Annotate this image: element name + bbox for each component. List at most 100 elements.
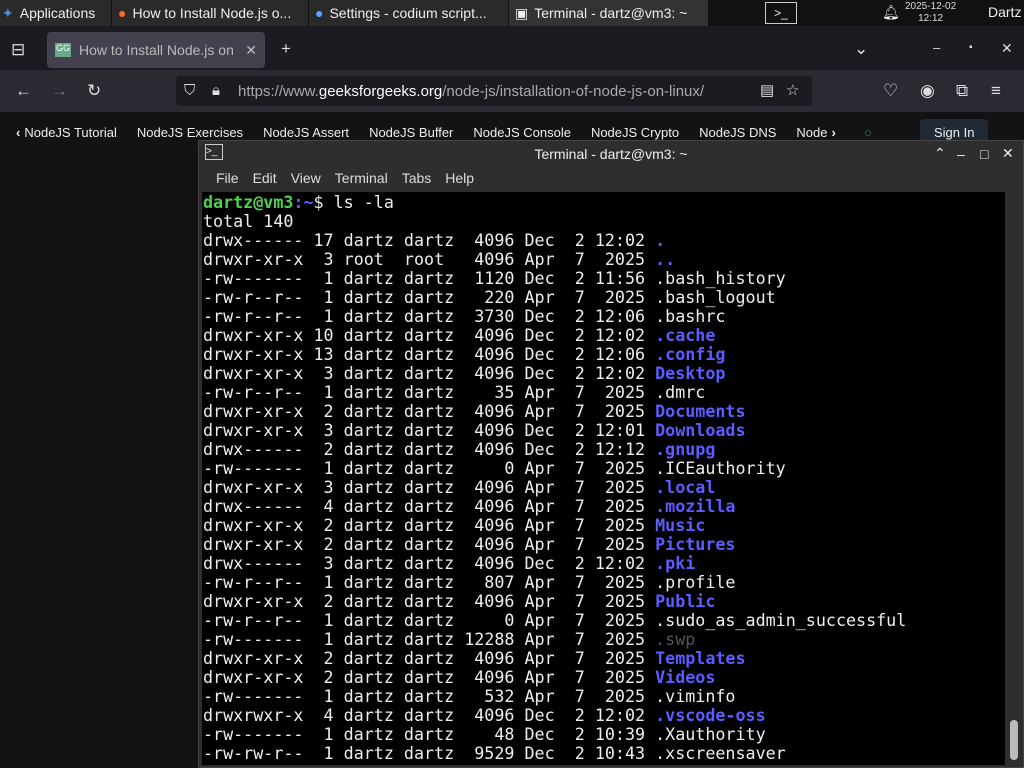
site-nav-item[interactable]: NodeJS Assert <box>253 125 359 140</box>
file-name: Public <box>655 591 716 611</box>
firefox-icon: ● <box>118 5 127 21</box>
menu-help[interactable]: Help <box>438 170 481 186</box>
task-codium[interactable]: ● Settings - codium script... <box>309 0 509 26</box>
file-meta: drwx------ 4 dartz dartz 4096 Apr 7 2025 <box>203 496 656 516</box>
file-name: Downloads <box>655 420 746 440</box>
bookmark-star-icon[interactable]: ☆ <box>786 81 799 101</box>
listing-row: drwxr-xr-x 2 dartz dartz 4096 Apr 7 2025… <box>203 402 1005 421</box>
terminal-app-icon: >_ <box>205 144 223 160</box>
file-meta: -rw------- 1 dartz dartz 0 Apr 7 2025 <box>203 458 656 478</box>
new-tab-icon[interactable]: + <box>281 39 291 59</box>
time: 12:12 <box>918 13 944 24</box>
file-meta: -rw------- 1 dartz dartz 48 Dec 2 10:39 <box>203 724 656 744</box>
file-meta: -rw------- 1 dartz dartz 12288 Apr 7 202… <box>203 629 656 649</box>
menu-icon[interactable]: ≡ <box>991 81 1001 101</box>
account-icon[interactable]: ◉ <box>920 81 935 101</box>
site-nav-item[interactable]: NodeJS DNS <box>689 125 786 140</box>
site-nav-item[interactable]: NodeJS Tutorial <box>24 125 127 140</box>
site-nav-item[interactable]: NodeJS Exercises <box>127 125 253 140</box>
file-meta: drwxr-xr-x 13 dartz dartz 4096 Dec 2 12:… <box>203 344 656 364</box>
file-name: Music <box>655 515 706 535</box>
file-name: .pki <box>655 553 696 573</box>
site-nav-item[interactable]: NodeJS Crypto <box>581 125 689 140</box>
menu-terminal[interactable]: Terminal <box>328 170 395 186</box>
listing-row: -rw-r--r-- 1 dartz dartz 35 Apr 7 2025 .… <box>203 383 1005 402</box>
file-meta: drwxr-xr-x 3 dartz dartz 4096 Apr 7 2025 <box>203 477 656 497</box>
reader-view-icon[interactable]: ▤ <box>760 81 774 101</box>
task-terminal[interactable]: ▣ Terminal - dartz@vm3: ~ <box>509 0 709 26</box>
file-meta: drwx------ 2 dartz dartz 4096 Dec 2 12:1… <box>203 439 656 459</box>
prompt-line: dartz@vm3:~$ ls -la <box>203 193 1005 212</box>
notification-bell-icon[interactable]: 🔔︎ <box>882 4 900 21</box>
back-icon[interactable]: ← <box>15 81 32 101</box>
maximize-icon[interactable]: ▪ <box>969 38 973 58</box>
term-close-icon[interactable]: ✕ <box>1002 145 1014 162</box>
file-name: Documents <box>655 401 746 421</box>
url-host: geeksforgeeks.org <box>318 82 443 100</box>
extensions-icon[interactable]: ⧉ <box>956 81 968 101</box>
listing-row: drwxr-xr-x 2 dartz dartz 4096 Apr 7 2025… <box>203 592 1005 611</box>
applications-menu[interactable]: ✦ Applications <box>0 0 112 26</box>
listing-row: drwx------ 17 dartz dartz 4096 Dec 2 12:… <box>203 231 1005 250</box>
listing-row: drwxr-xr-x 2 dartz dartz 4096 Apr 7 2025… <box>203 649 1005 668</box>
file-name: . <box>655 230 666 250</box>
shield-icon[interactable]: ⛉ <box>184 81 195 101</box>
file-name: Desktop <box>655 363 726 383</box>
file-meta: drwxr-xr-x 2 dartz dartz 4096 Apr 7 2025 <box>203 648 656 668</box>
file-meta: drwx------ 17 dartz dartz 4096 Dec 2 12:… <box>203 230 656 250</box>
site-nav-item[interactable]: NodeJS Buffer <box>359 125 463 140</box>
menu-view[interactable]: View <box>284 170 328 186</box>
menu-edit[interactable]: Edit <box>246 170 284 186</box>
search-icon[interactable]: ○ <box>854 125 882 140</box>
task-firefox[interactable]: ● How to Install Node.js o... <box>112 0 309 26</box>
file-meta: -rw-r--r-- 1 dartz dartz 3730 Dec 2 12:0… <box>203 306 656 326</box>
firefox-view-icon[interactable]: ⊟ <box>11 40 25 60</box>
terminal-launcher-icon[interactable]: >_ <box>765 2 797 24</box>
gfg-favicon: GG <box>55 43 71 57</box>
file-name: .cache <box>655 325 716 345</box>
term-minimize-icon[interactable]: – <box>957 146 965 162</box>
terminal-output[interactable]: dartz@vm3:~$ ls -la total 140 drwx------ 1… <box>202 192 1005 765</box>
file-name: .xscreensaver <box>655 743 786 763</box>
list-tabs-icon[interactable]: ⌄ <box>854 39 868 59</box>
listing-row: drwxr-xr-x 2 dartz dartz 4096 Apr 7 2025… <box>203 516 1005 535</box>
tab-title: How to Install Node.js on <box>79 42 234 58</box>
terminal-title: Terminal - dartz@vm3: ~ <box>534 145 688 162</box>
file-meta: drwxr-xr-x 2 dartz dartz 4096 Apr 7 2025 <box>203 401 656 421</box>
browser-tab[interactable]: GG How to Install Node.js on ✕ <box>47 32 265 68</box>
clock[interactable]: 2025-12-02 12:12 <box>905 1 956 25</box>
menu-tabs[interactable]: Tabs <box>395 170 439 186</box>
forward-icon[interactable]: → <box>51 81 68 101</box>
menu-file[interactable]: File <box>209 170 246 186</box>
terminal-menubar: File Edit View Terminal Tabs Help <box>199 166 1023 190</box>
reload-icon[interactable]: ↻ <box>87 81 101 101</box>
site-nav-item[interactable]: NodeJS Console <box>463 125 581 140</box>
terminal-titlebar[interactable]: >_ Terminal - dartz@vm3: ~ ⌃ – □ ✕ <box>199 141 1023 166</box>
listing-row: drwxr-xr-x 2 dartz dartz 4096 Apr 7 2025… <box>203 668 1005 687</box>
file-meta: -rw------- 1 dartz dartz 532 Apr 7 2025 <box>203 686 656 706</box>
file-meta: drwxr-xr-x 2 dartz dartz 4096 Apr 7 2025 <box>203 515 656 535</box>
command: ls -la <box>333 192 394 212</box>
close-window-icon[interactable]: ✕ <box>1001 38 1013 58</box>
scrollbar-thumb[interactable] <box>1010 720 1018 760</box>
url-bar[interactable]: ⛉ 🔒︎ https://www. geeksforgeeks.org/node-… <box>176 76 812 106</box>
listing-row: drwxr-xr-x 2 dartz dartz 4096 Apr 7 2025… <box>203 535 1005 554</box>
close-tab-icon[interactable]: ✕ <box>245 42 257 59</box>
file-meta: -rw-r--r-- 1 dartz dartz 807 Apr 7 2025 <box>203 572 656 592</box>
terminal-icon: ▣ <box>515 4 529 21</box>
pocket-icon[interactable]: ♡ <box>883 81 898 101</box>
listing-row: -rw-r--r-- 1 dartz dartz 807 Apr 7 2025 … <box>203 573 1005 592</box>
shade-icon[interactable]: ⌃ <box>934 145 946 162</box>
scroll-left-icon[interactable]: ‹ <box>0 125 24 140</box>
user-menu[interactable]: Dartz <box>988 4 1021 20</box>
site-nav-item[interactable]: Node <box>786 125 827 140</box>
terminal-scrollbar[interactable] <box>1007 192 1021 765</box>
xfce-icon: ✦ <box>2 4 14 21</box>
term-maximize-icon[interactable]: □ <box>980 146 988 162</box>
scroll-right-icon[interactable]: › <box>827 125 839 140</box>
task-label: How to Install Node.js o... <box>132 5 292 21</box>
listing-row: drwxr-xr-x 13 dartz dartz 4096 Dec 2 12:… <box>203 345 1005 364</box>
total-line: total 140 <box>203 211 294 231</box>
minimize-icon[interactable]: – <box>933 38 940 58</box>
lock-icon[interactable]: 🔒︎ <box>212 81 220 101</box>
